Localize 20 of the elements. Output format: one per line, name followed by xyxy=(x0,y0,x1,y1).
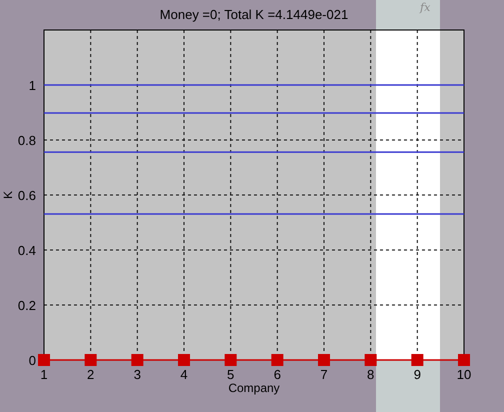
y-tick-label: 1 xyxy=(28,78,36,93)
x-tick-label: 7 xyxy=(320,367,328,382)
x-tick-label: 3 xyxy=(134,367,141,382)
x-tick-label: 2 xyxy=(87,367,94,382)
x-tick-label: 4 xyxy=(180,367,188,382)
chart-title: Money =0; Total K =4.1449e-021 xyxy=(160,7,348,22)
y-tick-label: 0 xyxy=(28,353,36,368)
x-tick-label: 5 xyxy=(227,367,234,382)
function-icon[interactable]: fx xyxy=(420,1,430,14)
x-tick-label: 6 xyxy=(274,367,281,382)
x-axis-label: Company xyxy=(228,381,280,395)
y-axis-label: K xyxy=(1,191,15,199)
y-tick-label: 0.6 xyxy=(18,188,36,203)
x-tick-label: 10 xyxy=(456,367,472,382)
y-tick-label: 0.4 xyxy=(18,243,36,258)
x-tick-label: 8 xyxy=(367,367,374,382)
x-tick-label: 1 xyxy=(40,367,48,382)
y-tick-label: 0.8 xyxy=(18,133,36,148)
x-tick-label: 9 xyxy=(414,367,421,382)
y-tick-label: 0.2 xyxy=(18,298,36,313)
